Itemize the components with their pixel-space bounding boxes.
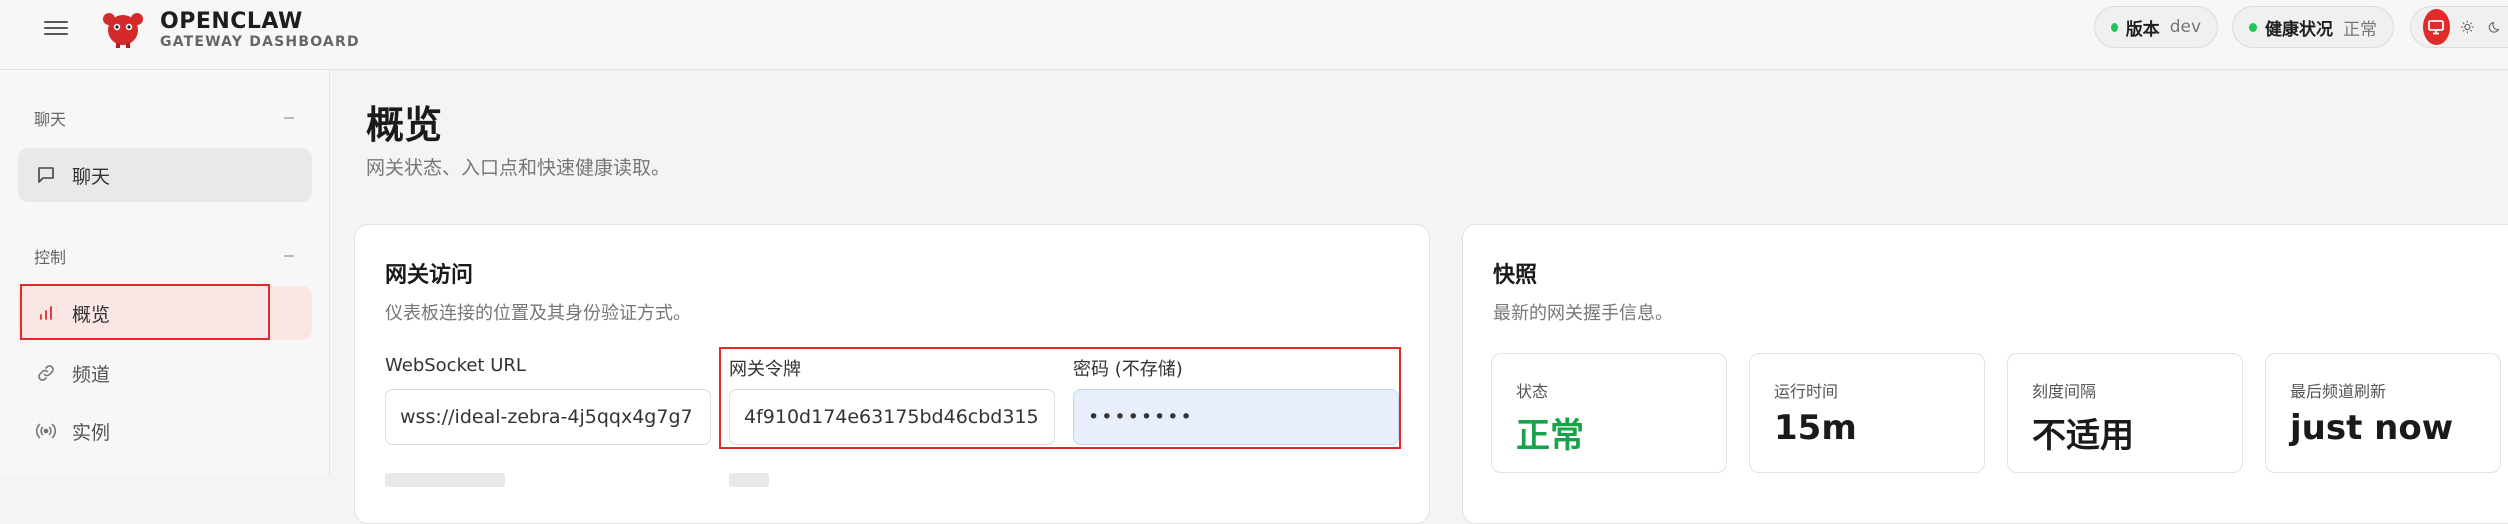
gateway-token-input[interactable] (729, 389, 1055, 445)
message-square-icon (34, 163, 58, 187)
websocket-url-label: WebSocket URL (385, 355, 526, 376)
sidebar-item-label: 实例 (72, 421, 111, 444)
sidebar-item-label: 频道 (72, 363, 111, 386)
moon-icon[interactable] (2488, 17, 2503, 37)
radio-broadcast-icon (34, 419, 58, 443)
stat-uptime: 运行时间 15m (1749, 353, 1985, 473)
stat-tick-interval: 刻度间隔 不适用 (2007, 353, 2243, 473)
status-dot (2111, 22, 2118, 32)
stat-label: 刻度间隔 (2032, 382, 2097, 401)
gateway-token-label: 网关令牌 (729, 359, 801, 380)
version-badge: 版本 dev (2094, 6, 2218, 48)
version-label: 版本 (2125, 19, 2160, 40)
password-label: 密码 (不存储) (1073, 359, 1183, 380)
menu-icon[interactable] (44, 17, 68, 41)
sidebar-group-chat-title: 聊天 (34, 110, 67, 129)
collapse-icon[interactable] (284, 255, 294, 257)
page-title: 概览 (366, 103, 443, 147)
snapshot-card: 快照 最新的网关握手信息。 状态 正常 运行时间 15m 刻度间隔 不适用 最后… (1462, 224, 2508, 524)
card-title: 网关访问 (385, 263, 474, 288)
sidebar-group-control-title: 控制 (34, 248, 67, 267)
sidebar-item-label: 概览 (72, 303, 111, 326)
sidebar-item-overview[interactable]: 概览 (18, 286, 312, 340)
brand-subtitle: GATEWAY DASHBOARD (160, 34, 360, 50)
field-label-partial (385, 473, 505, 487)
sidebar: 聊天 聊天 控制 概览 频道 实例 (0, 70, 330, 475)
lobster-logo-icon (103, 13, 143, 48)
stat-value: just now (2290, 408, 2454, 448)
gateway-access-card: 网关访问 仪表板连接的位置及其身份验证方式。 WebSocket URL 网关令… (354, 224, 1430, 524)
sidebar-item-chat[interactable]: 聊天 (18, 148, 312, 202)
bar-chart-icon (34, 301, 58, 325)
stat-label: 最后频道刷新 (2290, 382, 2387, 401)
stat-value: 正常 (1516, 416, 1584, 456)
monitor-theme-button[interactable] (2423, 9, 2450, 45)
field-label-partial (729, 473, 769, 487)
link-icon (34, 361, 58, 385)
card-description: 最新的网关握手信息。 (1493, 303, 1673, 324)
health-label: 健康状况 (2265, 19, 2333, 40)
stat-value: 不适用 (2032, 416, 2134, 456)
top-bar: OPENCLAW GATEWAY DASHBOARD 版本 dev 健康状况 正… (0, 0, 2508, 70)
sidebar-item-label: 聊天 (72, 165, 111, 188)
card-title: 快照 (1493, 263, 1538, 288)
theme-switcher (2410, 6, 2508, 48)
password-input[interactable] (1073, 389, 1399, 445)
stat-label: 状态 (1516, 382, 1549, 401)
collapse-icon[interactable] (284, 117, 294, 119)
sun-icon[interactable] (2460, 17, 2475, 37)
stat-status: 状态 正常 (1491, 353, 1727, 473)
status-dot (2249, 22, 2257, 32)
health-badge: 健康状况 正常 (2232, 6, 2394, 48)
page-subtitle: 网关状态、入口点和快速健康读取。 (366, 157, 671, 179)
sidebar-item-channels[interactable]: 频道 (18, 346, 312, 400)
monitor-icon (2428, 20, 2445, 35)
websocket-url-input[interactable] (385, 389, 711, 445)
stat-last-channel-refresh: 最后频道刷新 just now (2265, 353, 2501, 473)
health-value: 正常 (2343, 19, 2377, 40)
stat-label: 运行时间 (1774, 382, 1839, 401)
brand-name: OPENCLAW (160, 9, 303, 34)
version-value: dev (2169, 17, 2201, 37)
card-description: 仪表板连接的位置及其身份验证方式。 (385, 303, 691, 324)
sidebar-item-instances[interactable]: 实例 (18, 404, 312, 458)
stat-value: 15m (1774, 408, 1857, 448)
